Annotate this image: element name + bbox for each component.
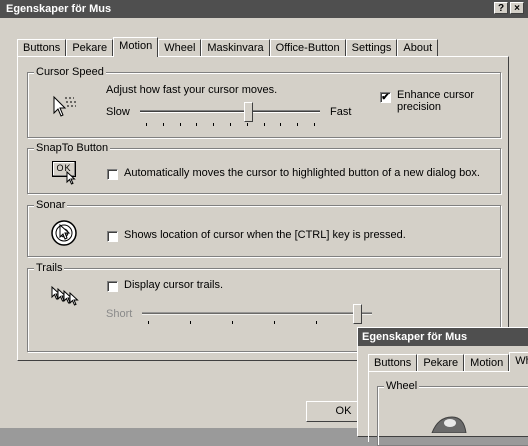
- tab-pekare[interactable]: Pekare: [66, 39, 114, 56]
- short-label: Short: [106, 308, 133, 320]
- speed-tick: [146, 123, 147, 126]
- trails-checkbox[interactable]: [107, 281, 118, 292]
- tab-about[interactable]: About: [397, 39, 439, 56]
- trails-slider-thumb[interactable]: [353, 304, 362, 324]
- speed-tick: [179, 123, 181, 126]
- speed-tick: [280, 123, 282, 126]
- fast-label: Fast: [330, 106, 352, 118]
- trails-label: Display cursor trails.: [124, 279, 224, 291]
- snapto-label: Automatically moves the cursor to highli…: [124, 167, 480, 179]
- speed-tick: [314, 123, 315, 126]
- tab-maskinvara[interactable]: Maskinvara: [201, 39, 270, 56]
- checkmark-icon: ✔: [381, 92, 390, 103]
- tab-office-button[interactable]: Office-Button: [269, 39, 346, 56]
- sonar-title: Sonar: [34, 199, 68, 211]
- trails-tick: [316, 321, 317, 324]
- motion-panel: Cursor Speed Adjust how fast your cursor…: [17, 56, 509, 361]
- trails-slider-track[interactable]: [142, 312, 372, 315]
- second-tab-motion[interactable]: Motion: [464, 354, 510, 371]
- help-button[interactable]: ?: [494, 2, 508, 14]
- wheel-group-title: Wheel: [384, 380, 420, 392]
- speed-tick: [297, 123, 299, 126]
- speed-tick: [196, 123, 198, 126]
- window-title: Egenskaper för Mus: [6, 3, 112, 15]
- tab-motion[interactable]: Motion: [113, 37, 159, 57]
- second-tab-strip: Buttons Pekare Motion Wheel: [368, 352, 528, 372]
- cursor-speed-description: Adjust how fast your cursor moves.: [106, 84, 278, 96]
- speed-tick: [162, 123, 164, 126]
- tab-wheel[interactable]: Wheel: [158, 39, 202, 56]
- close-button[interactable]: ×: [510, 2, 524, 14]
- slow-label: Slow: [106, 106, 130, 118]
- title-bar[interactable]: Egenskaper för Mus ? ×: [0, 0, 528, 18]
- trails-tick: [232, 321, 233, 324]
- second-tab-buttons[interactable]: Buttons: [368, 354, 418, 371]
- sonar-icon: [51, 220, 77, 246]
- cursor-trails-icon: [51, 285, 79, 306]
- snapto-group: SnapTo Button OK Automatically moves the…: [27, 142, 501, 194]
- second-tab-wheel[interactable]: Wheel: [509, 352, 528, 372]
- second-mouse-properties-window: Egenskaper för Mus Buttons Pekare Motion…: [357, 327, 528, 446]
- snapto-cursor-icon: [66, 171, 76, 185]
- sonar-label: Shows location of cursor when the [CTRL]…: [124, 229, 406, 241]
- enhance-precision-label: Enhance cursor precision: [397, 89, 475, 113]
- sonar-group: Sonar Shows location of cursor when the …: [27, 199, 501, 257]
- trails-tick: [190, 321, 191, 324]
- snapto-checkbox[interactable]: [107, 169, 118, 180]
- tab-strip: Buttons Pekare Motion Wheel Maskinvara O…: [17, 37, 439, 57]
- speed-tick: [246, 123, 248, 126]
- tab-settings[interactable]: Settings: [345, 39, 398, 56]
- second-window-title: Egenskaper för Mus: [362, 331, 468, 343]
- cursor-speed-icon: [53, 95, 76, 117]
- trails-tick: [148, 321, 149, 324]
- enhance-precision-checkbox[interactable]: ✔: [380, 92, 391, 103]
- wheel-group: Wheel: [377, 380, 528, 446]
- speed-slider-track[interactable]: [140, 110, 320, 113]
- speed-slider-thumb[interactable]: [244, 102, 253, 122]
- snapto-title: SnapTo Button: [34, 142, 111, 154]
- cursor-speed-title: Cursor Speed: [34, 66, 106, 78]
- second-tab-pekare[interactable]: Pekare: [417, 354, 465, 371]
- tab-buttons[interactable]: Buttons: [17, 39, 67, 56]
- mouse-wheel-icon: [431, 416, 467, 433]
- second-title-bar[interactable]: Egenskaper för Mus: [358, 328, 528, 346]
- trails-title: Trails: [34, 262, 65, 274]
- sonar-checkbox[interactable]: [107, 231, 118, 242]
- second-panel: Wheel: [368, 371, 528, 446]
- cursor-speed-group: Cursor Speed Adjust how fast your cursor…: [27, 66, 501, 138]
- speed-tick: [230, 123, 231, 126]
- speed-tick: [263, 123, 265, 126]
- speed-tick: [213, 123, 215, 126]
- trails-tick: [274, 321, 275, 324]
